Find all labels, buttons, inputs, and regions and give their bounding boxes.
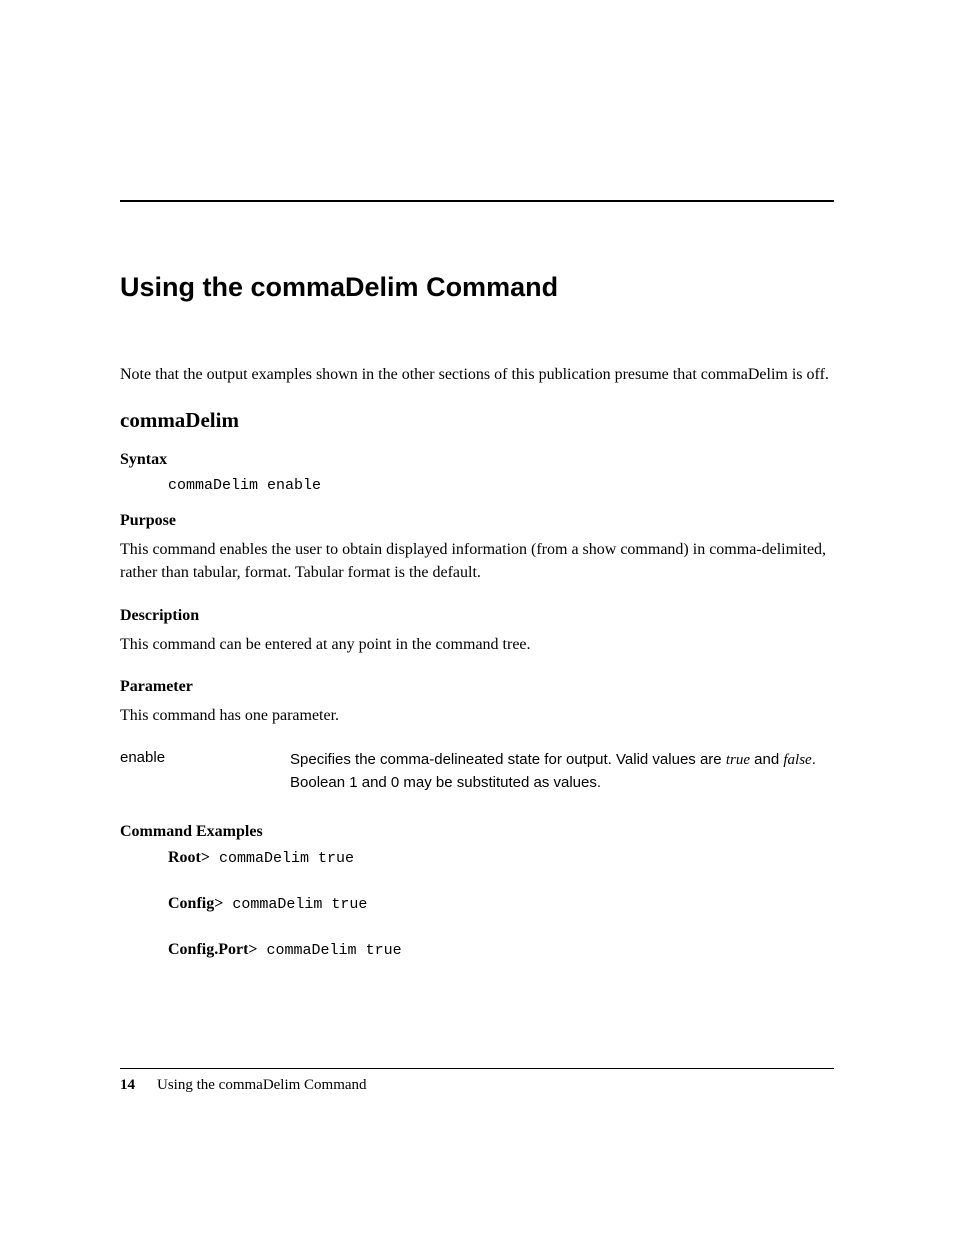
parameter-row: enable Specifies the comma-delineated st… xyxy=(120,749,834,794)
param-desc-part1: Specifies the comma-delineated state for… xyxy=(290,751,726,768)
parameter-intro: This command has one parameter. xyxy=(120,704,834,727)
example-command: commaDelim true xyxy=(223,896,367,913)
footer-rule xyxy=(120,1068,834,1069)
syntax-heading: Syntax xyxy=(120,451,834,469)
example-command: commaDelim true xyxy=(210,850,354,867)
description-heading: Description xyxy=(120,607,834,625)
purpose-text: This command enables the user to obtain … xyxy=(120,538,834,584)
param-false-word: false xyxy=(783,752,811,768)
section-heading: commaDelim xyxy=(120,408,834,433)
page-number: 14 xyxy=(120,1077,135,1093)
footer-chapter: Using the commaDelim Command xyxy=(157,1077,367,1093)
examples-heading: Command Examples xyxy=(120,823,834,841)
example-line: Root> commaDelim true xyxy=(168,849,834,867)
param-true-word: true xyxy=(726,752,750,768)
page-content: Using the commaDelim Command Note that t… xyxy=(0,0,954,959)
page-title: Using the commaDelim Command xyxy=(120,272,834,303)
purpose-heading: Purpose xyxy=(120,512,834,530)
example-line: Config> commaDelim true xyxy=(168,895,834,913)
example-prompt: Root> xyxy=(168,849,210,866)
example-command: commaDelim true xyxy=(258,942,402,959)
example-prompt: Config> xyxy=(168,895,223,912)
description-text: This command can be entered at any point… xyxy=(120,633,834,656)
page-footer: 14 Using the commaDelim Command xyxy=(120,1068,834,1094)
footer-text: 14 Using the commaDelim Command xyxy=(120,1077,834,1094)
top-rule xyxy=(120,200,834,202)
parameter-name: enable xyxy=(120,749,290,794)
example-prompt: Config.Port> xyxy=(168,941,258,958)
syntax-code: commaDelim enable xyxy=(168,477,834,494)
parameter-description: Specifies the comma-delineated state for… xyxy=(290,749,834,794)
intro-paragraph: Note that the output examples shown in t… xyxy=(120,363,834,386)
param-desc-part2: and xyxy=(750,751,783,768)
parameter-heading: Parameter xyxy=(120,678,834,696)
example-line: Config.Port> commaDelim true xyxy=(168,941,834,959)
